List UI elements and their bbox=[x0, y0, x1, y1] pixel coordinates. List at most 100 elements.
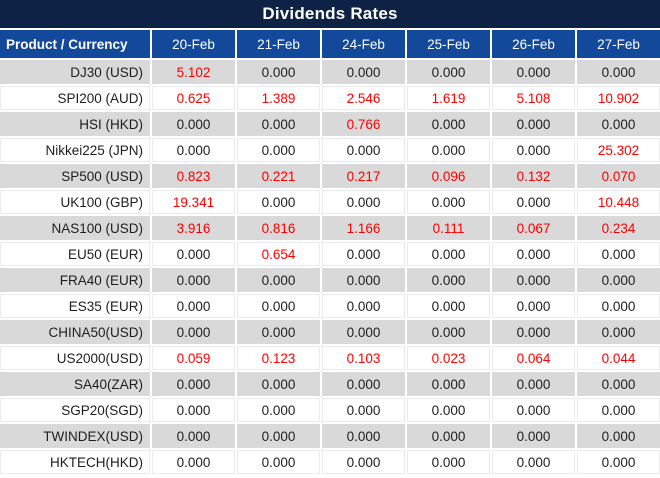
value-cell: 0.000 bbox=[577, 268, 660, 292]
value-cell: 1.389 bbox=[237, 86, 320, 110]
value-cell: 10.902 bbox=[577, 86, 660, 110]
value-cell: 19.341 bbox=[152, 190, 235, 214]
product-cell: HSI (HKD) bbox=[0, 112, 150, 136]
value-cell: 0.000 bbox=[492, 190, 575, 214]
value-cell: 0.000 bbox=[152, 398, 235, 422]
column-header-date: 20-Feb bbox=[152, 30, 235, 58]
product-cell: DJ30 (USD) bbox=[0, 60, 150, 84]
table-row: HKTECH(HKD) 0.000 0.000 0.000 0.000 0.000 0.00… bbox=[0, 450, 660, 474]
product-cell: SGP20(SGD) bbox=[0, 398, 150, 422]
column-header-product: Product / Currency bbox=[0, 30, 150, 58]
value-cell: 0.000 bbox=[577, 424, 660, 448]
value-cell: 0.000 bbox=[577, 112, 660, 136]
value-cell: 0.000 bbox=[492, 398, 575, 422]
column-header-date: 26-Feb bbox=[492, 30, 575, 58]
table-row: SP500 (USD) 0.823 0.221 0.217 0.096 0.132 0.07… bbox=[0, 164, 660, 188]
value-cell: 0.000 bbox=[407, 268, 490, 292]
value-cell: 0.000 bbox=[237, 424, 320, 448]
value-cell: 0.070 bbox=[577, 164, 660, 188]
value-cell: 0.823 bbox=[152, 164, 235, 188]
value-cell: 0.000 bbox=[322, 60, 405, 84]
value-cell: 0.000 bbox=[577, 450, 660, 474]
table-row: ES35 (EUR) 0.000 0.000 0.000 0.000 0.000 0.000 bbox=[0, 294, 660, 318]
value-cell: 0.000 bbox=[322, 190, 405, 214]
title-row: Dividends Rates bbox=[0, 0, 660, 28]
value-cell: 0.000 bbox=[322, 294, 405, 318]
value-cell: 0.000 bbox=[322, 268, 405, 292]
value-cell: 2.546 bbox=[322, 86, 405, 110]
value-cell: 0.000 bbox=[322, 424, 405, 448]
value-cell: 0.111 bbox=[407, 216, 490, 240]
table-row: UK100 (GBP) 19.341 0.000 0.000 0.000 0.000 10.… bbox=[0, 190, 660, 214]
table-row: Nikkei225 (JPN) 0.000 0.000 0.000 0.000 0.000… bbox=[0, 138, 660, 162]
table-title: Dividends Rates bbox=[0, 0, 660, 28]
value-cell: 0.234 bbox=[577, 216, 660, 240]
value-cell: 0.625 bbox=[152, 86, 235, 110]
value-cell: 0.123 bbox=[237, 346, 320, 370]
column-header-date: 25-Feb bbox=[407, 30, 490, 58]
product-cell: TWINDEX(USD) bbox=[0, 424, 150, 448]
dividends-rates-table: Dividends Rates Product / Currency 20-Fe… bbox=[0, 0, 660, 476]
value-cell: 0.096 bbox=[407, 164, 490, 188]
value-cell: 0.000 bbox=[577, 60, 660, 84]
value-cell: 0.000 bbox=[322, 372, 405, 396]
value-cell: 25.302 bbox=[577, 138, 660, 162]
table-row: FRA40 (EUR) 0.000 0.000 0.000 0.000 0.000 0.00… bbox=[0, 268, 660, 292]
value-cell: 0.044 bbox=[577, 346, 660, 370]
value-cell: 0.000 bbox=[577, 294, 660, 318]
value-cell: 0.000 bbox=[322, 320, 405, 344]
value-cell: 3.916 bbox=[152, 216, 235, 240]
product-cell: HKTECH(HKD) bbox=[0, 450, 150, 474]
value-cell: 5.102 bbox=[152, 60, 235, 84]
column-header-row: Product / Currency 20-Feb 21-Feb 24-Feb … bbox=[0, 30, 660, 58]
value-cell: 0.000 bbox=[492, 268, 575, 292]
value-cell: 0.023 bbox=[407, 346, 490, 370]
value-cell: 0.000 bbox=[577, 398, 660, 422]
value-cell: 0.000 bbox=[152, 424, 235, 448]
product-cell: CHINA50(USD) bbox=[0, 320, 150, 344]
value-cell: 0.000 bbox=[237, 268, 320, 292]
value-cell: 0.000 bbox=[407, 138, 490, 162]
value-cell: 0.766 bbox=[322, 112, 405, 136]
value-cell: 1.619 bbox=[407, 86, 490, 110]
table-row: HSI (HKD) 0.000 0.000 0.766 0.000 0.000 0.000 bbox=[0, 112, 660, 136]
value-cell: 0.000 bbox=[152, 138, 235, 162]
table-row: SPI200 (AUD) 0.625 1.389 2.546 1.619 5.108 10.… bbox=[0, 86, 660, 110]
value-cell: 5.108 bbox=[492, 86, 575, 110]
product-cell: SPI200 (AUD) bbox=[0, 86, 150, 110]
table-row: SGP20(SGD) 0.000 0.000 0.000 0.000 0.000 0.000 bbox=[0, 398, 660, 422]
value-cell: 0.000 bbox=[407, 242, 490, 266]
value-cell: 0.000 bbox=[577, 242, 660, 266]
value-cell: 0.000 bbox=[322, 242, 405, 266]
value-cell: 0.059 bbox=[152, 346, 235, 370]
value-cell: 0.000 bbox=[407, 398, 490, 422]
value-cell: 0.000 bbox=[407, 112, 490, 136]
value-cell: 0.000 bbox=[237, 60, 320, 84]
value-cell: 0.000 bbox=[237, 372, 320, 396]
value-cell: 0.000 bbox=[237, 320, 320, 344]
value-cell: 0.000 bbox=[492, 372, 575, 396]
product-cell: SA40(ZAR) bbox=[0, 372, 150, 396]
product-cell: Nikkei225 (JPN) bbox=[0, 138, 150, 162]
product-cell: UK100 (GBP) bbox=[0, 190, 150, 214]
value-cell: 0.000 bbox=[152, 450, 235, 474]
value-cell: 0.000 bbox=[237, 294, 320, 318]
value-cell: 0.000 bbox=[492, 294, 575, 318]
value-cell: 0.000 bbox=[152, 372, 235, 396]
value-cell: 0.064 bbox=[492, 346, 575, 370]
value-cell: 0.000 bbox=[492, 450, 575, 474]
value-cell: 0.000 bbox=[407, 190, 490, 214]
table-row: EU50 (EUR) 0.000 0.654 0.000 0.000 0.000 0.000 bbox=[0, 242, 660, 266]
value-cell: 0.000 bbox=[577, 320, 660, 344]
value-cell: 0.067 bbox=[492, 216, 575, 240]
value-cell: 0.000 bbox=[577, 372, 660, 396]
value-cell: 0.000 bbox=[407, 450, 490, 474]
value-cell: 10.448 bbox=[577, 190, 660, 214]
value-cell: 0.000 bbox=[322, 138, 405, 162]
value-cell: 0.000 bbox=[152, 242, 235, 266]
table-row: TWINDEX(USD) 0.000 0.000 0.000 0.000 0.000 0.0… bbox=[0, 424, 660, 448]
value-cell: 0.000 bbox=[492, 424, 575, 448]
table-row: SA40(ZAR) 0.000 0.000 0.000 0.000 0.000 0.000 bbox=[0, 372, 660, 396]
column-header-date: 27-Feb bbox=[577, 30, 660, 58]
value-cell: 0.000 bbox=[407, 60, 490, 84]
